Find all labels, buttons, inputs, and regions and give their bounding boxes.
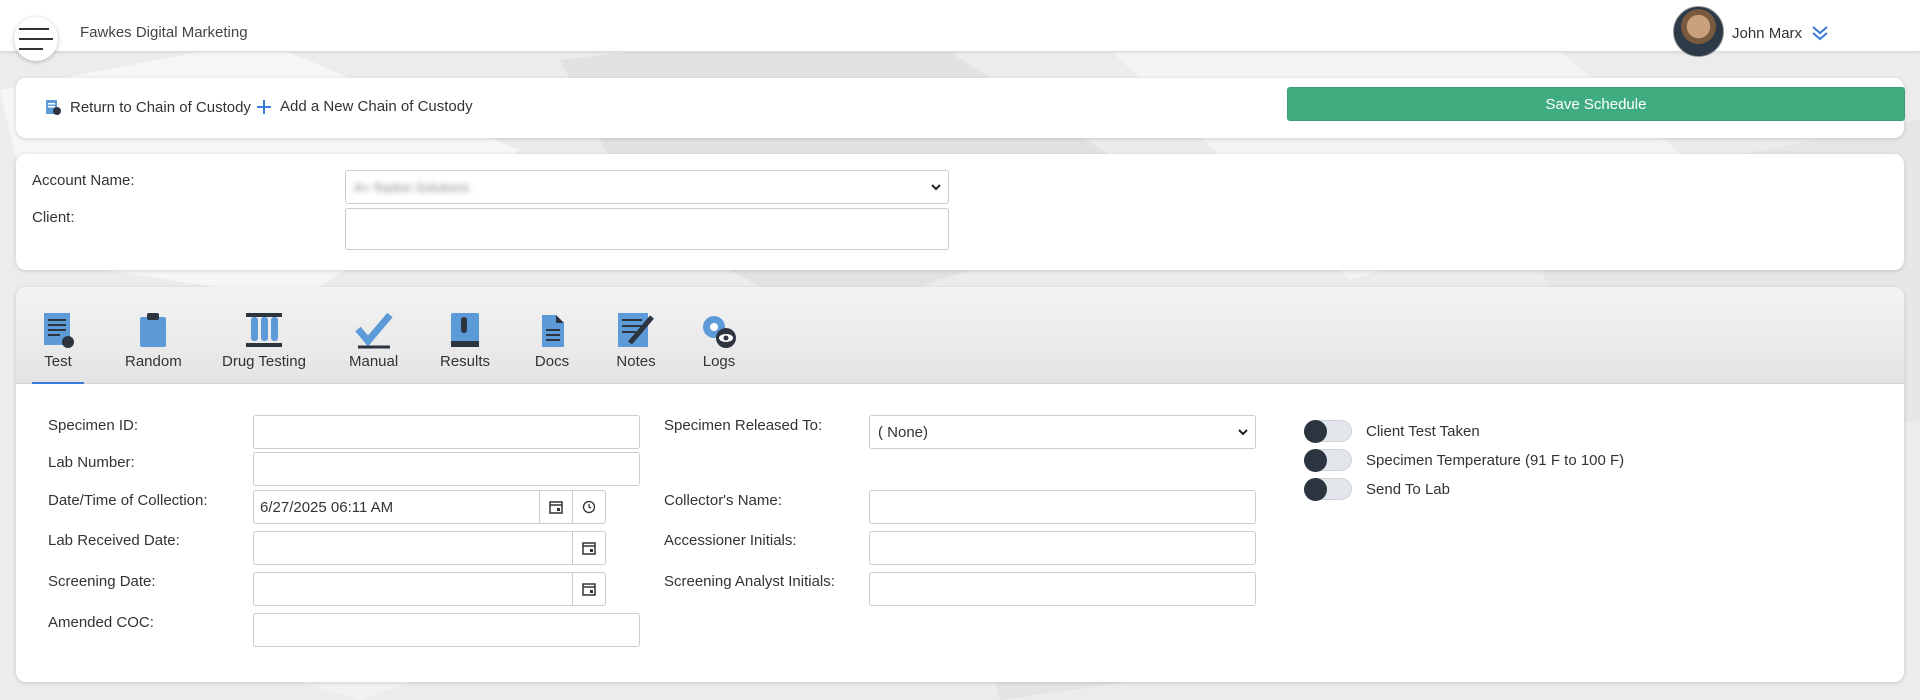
collection-datetime-label: Date/Time of Collection: <box>48 492 208 509</box>
toggle-label: Send To Lab <box>1366 480 1450 498</box>
toggle-knob <box>1304 420 1327 443</box>
test-form-icon <box>44 313 74 348</box>
toggle-switch[interactable] <box>1304 420 1352 443</box>
amended-coc-label: Amended COC: <box>48 614 154 631</box>
coc-tab-panel: Test Random Drug Testing Manual Results … <box>16 287 1904 682</box>
lab-received-date-label: Lab Received Date: <box>48 532 180 549</box>
screening-date-label: Screening Date: <box>48 573 156 590</box>
clock-icon <box>582 500 596 514</box>
account-name-select[interactable]: A+ Radon Solutions <box>345 170 949 204</box>
lab-number-input[interactable] <box>253 452 640 486</box>
collectors-name-input[interactable] <box>869 490 1256 524</box>
calendar-button[interactable] <box>540 490 573 524</box>
lab-received-date-input[interactable] <box>253 531 573 565</box>
add-new-coc-link[interactable]: Add a New Chain of Custody <box>256 98 473 115</box>
specimen-released-to-value: ( None) <box>878 423 929 441</box>
toggle-knob <box>1304 449 1327 472</box>
tab-label: Drug Testing <box>222 353 306 370</box>
tab-results[interactable]: Results <box>440 311 490 370</box>
account-name-label: Account Name: <box>32 172 135 189</box>
user-name[interactable]: John Marx <box>1732 25 1802 42</box>
client-input[interactable] <box>345 208 949 250</box>
return-to-coc-link[interactable]: Return to Chain of Custody <box>44 98 251 116</box>
tab-label: Random <box>125 353 182 370</box>
accessioner-initials-label: Accessioner Initials: <box>664 532 797 549</box>
collection-datetime-input[interactable] <box>253 490 540 524</box>
lab-number-label: Lab Number: <box>48 454 135 471</box>
tab-random[interactable]: Random <box>125 311 182 370</box>
toggle-switch[interactable] <box>1304 478 1352 501</box>
specimen-temperature-toggle[interactable]: Specimen Temperature (91 F to 100 F) <box>1304 449 1625 472</box>
add-link-label: Add a New Chain of Custody <box>280 98 473 115</box>
tab-docs[interactable]: Docs <box>534 311 570 370</box>
toggle-knob <box>1304 478 1327 501</box>
toggle-switch[interactable] <box>1304 449 1352 472</box>
hamburger-icon <box>19 28 53 50</box>
specimen-released-to-label: Specimen Released To: <box>664 417 823 434</box>
save-schedule-button[interactable]: Save Schedule <box>1287 87 1905 121</box>
action-bar: Return to Chain of Custody Add a New Cha… <box>16 78 1905 138</box>
tab-notes[interactable]: Notes <box>616 311 656 370</box>
plus-icon <box>257 99 271 114</box>
top-bar: Fawkes Digital Marketing John Marx <box>0 0 1920 61</box>
tab-label: Logs <box>702 353 736 370</box>
tab-label: Test <box>44 353 72 370</box>
company-name: Fawkes Digital Marketing <box>80 24 248 41</box>
calendar-icon <box>582 583 596 596</box>
collection-datetime-picker <box>253 490 606 524</box>
calendar-button[interactable] <box>573 572 606 606</box>
tab-strip: Test Random Drug Testing Manual Results … <box>16 287 1904 384</box>
tab-test[interactable]: Test <box>32 311 84 384</box>
accessioner-initials-input[interactable] <box>869 531 1256 565</box>
account-name-value: A+ Radon Solutions <box>354 179 470 195</box>
specimen-id-input[interactable] <box>253 415 640 449</box>
toggle-label: Specimen Temperature (91 F to 100 F) <box>1366 451 1625 469</box>
amended-coc-input[interactable] <box>253 613 640 647</box>
clock-button[interactable] <box>573 490 606 524</box>
user-avatar[interactable] <box>1673 6 1724 57</box>
checkmark-icon <box>354 312 393 349</box>
test-tubes-icon <box>245 313 282 347</box>
screening-date-picker <box>253 572 606 606</box>
specimen-id-label: Specimen ID: <box>48 417 139 434</box>
calendar-icon <box>582 542 596 555</box>
client-test-taken-toggle[interactable]: Client Test Taken <box>1304 420 1480 443</box>
tab-drug-testing[interactable]: Drug Testing <box>222 311 306 370</box>
tab-label: Docs <box>534 353 570 370</box>
screening-date-input[interactable] <box>253 572 573 606</box>
tab-label: Results <box>440 353 491 370</box>
calendar-icon <box>549 501 563 514</box>
book-icon <box>451 313 480 347</box>
lab-received-date-picker <box>253 531 606 565</box>
notepad-pencil-icon <box>618 313 654 347</box>
tab-label: Manual <box>349 353 399 370</box>
gear-eye-icon <box>703 316 736 348</box>
toggle-label: Client Test Taken <box>1366 422 1480 440</box>
chevron-down-icon <box>931 184 941 191</box>
clipboard-icon <box>140 313 167 347</box>
chevron-down-icon[interactable] <box>1811 24 1829 42</box>
tab-logs[interactable]: Logs <box>698 311 740 370</box>
calendar-button[interactable] <box>573 531 606 565</box>
return-link-label: Return to Chain of Custody <box>70 98 251 116</box>
tab-manual[interactable]: Manual <box>349 311 398 370</box>
tab-label: Notes <box>616 353 656 370</box>
documents-icon <box>542 315 564 347</box>
chevron-down-icon <box>1238 429 1248 436</box>
hamburger-menu-button[interactable] <box>14 17 58 61</box>
send-to-lab-toggle[interactable]: Send To Lab <box>1304 478 1450 501</box>
screening-analyst-initials-input[interactable] <box>869 572 1256 606</box>
report-icon <box>46 100 61 115</box>
account-section: Account Name: A+ Radon Solutions Client: <box>16 154 1904 270</box>
screening-analyst-initials-label: Screening Analyst Initials: <box>664 573 835 590</box>
specimen-released-to-select[interactable]: ( None) <box>869 415 1256 449</box>
client-label: Client: <box>32 209 75 226</box>
collectors-name-label: Collector's Name: <box>664 492 782 509</box>
